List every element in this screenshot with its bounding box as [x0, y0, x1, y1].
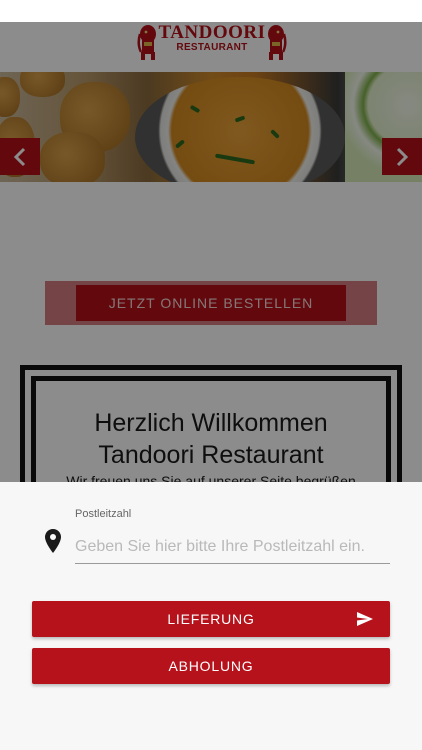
carousel-next-button[interactable] [382, 138, 422, 175]
welcome-line-2: Tandoori Restaurant [98, 441, 324, 469]
chevron-left-icon [13, 147, 26, 166]
delivery-button[interactable]: LIEFERUNG [32, 601, 390, 637]
zip-label: Postleitzahl [75, 508, 132, 520]
logo-title: TANDOORI [158, 22, 266, 43]
status-bar [0, 0, 422, 22]
logo-subtitle: RESTAURANT [176, 42, 248, 53]
restaurant-logo: TANDOORI RESTAURANT [137, 22, 287, 64]
pickup-button[interactable]: ABHOLUNG [32, 648, 390, 684]
order-online-button[interactable]: JETZT ONLINE BESTELLEN [76, 285, 346, 321]
chevron-right-icon [396, 147, 409, 166]
zip-bottom-sheet: Postleitzahl LIEFERUNG ABHOLUNG [0, 482, 422, 750]
welcome-heading: Herzlich Willkommen Tandoori Restaurant [36, 407, 386, 471]
pickup-label: ABHOLUNG [168, 658, 254, 674]
carousel-prev-button[interactable] [0, 138, 40, 175]
send-icon [357, 612, 373, 626]
delivery-label: LIEFERUNG [167, 611, 255, 627]
elephant-icon [268, 25, 287, 60]
zip-input[interactable] [75, 530, 390, 564]
food-photo [0, 72, 422, 182]
hero-image-carousel[interactable] [0, 72, 422, 182]
header: TANDOORI RESTAURANT [0, 22, 422, 72]
app-screen: TANDOORI RESTAURANT JETZT ONLINE BESTELL… [0, 22, 422, 750]
map-pin-icon [45, 529, 61, 553]
welcome-line-1: Herzlich Willkommen [94, 409, 328, 437]
